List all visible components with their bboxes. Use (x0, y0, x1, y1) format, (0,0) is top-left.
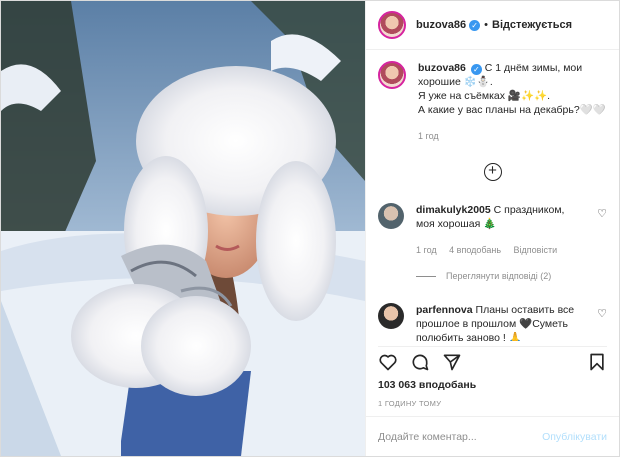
post-header: buzova86 ✓ • Відстежується (366, 1, 619, 50)
post-actions (378, 346, 607, 376)
caption-line-2: Я уже на съёмках 🎥✨✨. (418, 90, 551, 102)
post-photo-image (1, 1, 365, 456)
author-username[interactable]: buzova86 (416, 19, 466, 31)
caption-time: 1 год (418, 131, 439, 141)
caption-line-3: А какие у вас планы на декабрь?🤍🤍 (418, 104, 606, 116)
publish-button[interactable]: Опублікувати (542, 431, 607, 443)
post-time: 1 ГОДИНУ ТОМУ (378, 399, 442, 408)
comment-reply-button[interactable]: Відповісти (514, 245, 558, 255)
heart-icon[interactable]: ♡ (597, 207, 607, 220)
comment-icon[interactable] (410, 352, 430, 375)
view-replies-button[interactable]: Переглянути відповіді (2) (416, 271, 607, 281)
comments-list: buzova86 ✓ С 1 днём зимы, мои хорошие ❄️⛄… (378, 61, 607, 341)
share-icon[interactable] (442, 352, 462, 375)
verified-badge-icon: ✓ (469, 19, 481, 31)
post-photo[interactable] (1, 1, 365, 456)
header-separator: • (484, 19, 488, 31)
replies-divider (416, 275, 436, 277)
comment-username[interactable]: parfennova (416, 304, 473, 316)
commenter-avatar[interactable] (378, 303, 404, 329)
instagram-post: buzova86 ✓ • Відстежується buzova86 ✓ С 1… (0, 0, 620, 457)
add-comment-bar: Опублікувати (366, 416, 619, 456)
comment-time: 1 год (416, 245, 437, 255)
comment-likes-button[interactable]: 4 вподобань (449, 245, 501, 255)
comment-input[interactable] (378, 430, 543, 443)
author-avatar[interactable] (378, 11, 406, 39)
caption-username[interactable]: buzova86 (418, 62, 466, 74)
comment-username[interactable]: dimakulyk2005 (416, 204, 491, 216)
post-sidebar: buzova86 ✓ • Відстежується buzova86 ✓ С 1… (365, 1, 619, 456)
plus-circle-icon[interactable]: + (483, 163, 502, 181)
comment-item: parfennova Планы оставить все прошлое в … (378, 303, 607, 341)
heart-icon[interactable]: ♡ (597, 307, 607, 320)
follow-status-button[interactable]: Відстежується (492, 19, 572, 31)
comment-item: dimakulyk2005 С праздником, моя хорошая … (378, 203, 607, 257)
heart-icon[interactable] (378, 352, 398, 375)
commenter-avatar[interactable] (378, 203, 404, 229)
verified-badge-icon: ✓ (470, 64, 482, 75)
comment-meta: 1 год 4 вподобань Відповісти (416, 243, 586, 257)
likes-count[interactable]: 103 063 вподобань (378, 379, 476, 391)
view-replies-label: Переглянути відповіді (2) (446, 271, 552, 281)
caption-avatar[interactable] (378, 61, 406, 89)
post-caption: buzova86 ✓ С 1 днём зимы, мои хорошие ❄️⛄… (378, 61, 607, 143)
bookmark-icon[interactable] (587, 352, 607, 375)
